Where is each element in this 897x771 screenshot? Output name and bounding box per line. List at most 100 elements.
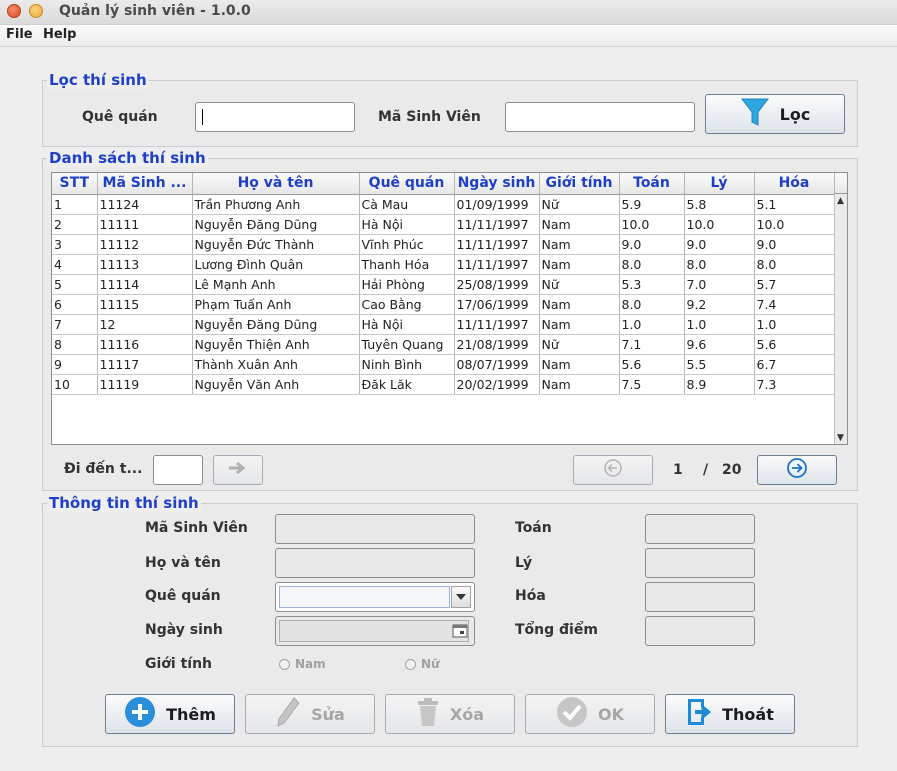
table-cell: Nguyễn Văn Anh bbox=[192, 374, 360, 395]
table-cell: 5.7 bbox=[754, 274, 835, 295]
info-hometown-label: Quê quán bbox=[145, 588, 221, 604]
exit-button[interactable]: Thoát bbox=[665, 694, 795, 734]
table-cell: 12 bbox=[97, 314, 193, 335]
table-cell: 8 bbox=[52, 334, 98, 355]
column-header[interactable]: Quê quán bbox=[359, 173, 455, 195]
filter-panel-title: Lọc thí sinh bbox=[47, 71, 149, 89]
scroll-down-icon[interactable]: ▼ bbox=[837, 433, 844, 443]
text-caret bbox=[202, 109, 203, 125]
column-header[interactable]: Lý bbox=[684, 173, 755, 195]
filter-hometown-input[interactable] bbox=[195, 102, 355, 132]
gender-female-radio[interactable]: Nữ bbox=[405, 657, 440, 671]
info-total-input[interactable] bbox=[645, 616, 755, 646]
table-cell: 08/07/1999 bbox=[454, 354, 540, 375]
checkmark-circle-icon bbox=[556, 696, 588, 732]
scroll-up-icon[interactable]: ▲ bbox=[837, 196, 844, 206]
info-student-id-label: Mã Sinh Viên bbox=[145, 520, 248, 536]
goto-page-label: Đi đến t... bbox=[64, 461, 143, 477]
table-cell: 9.0 bbox=[619, 234, 685, 255]
delete-button[interactable]: Xóa bbox=[385, 694, 515, 734]
edit-button[interactable]: Sửa bbox=[245, 694, 375, 734]
table-row[interactable]: 3 11112 Nguyễn Đức Thành Vĩnh Phúc 11/11/199… bbox=[52, 234, 835, 255]
table-row[interactable]: 4 11113 Lương Đình Quân Thanh Hóa 11/11/1997… bbox=[52, 254, 835, 275]
goto-page-button[interactable] bbox=[213, 455, 263, 485]
table-vertical-scrollbar[interactable]: ▲ ▼ bbox=[834, 194, 847, 444]
table-row[interactable]: 7 12 Nguyễn Đăng Dũng Hà Nội 11/11/1997 Nam 1.… bbox=[52, 314, 835, 335]
table-cell: 9.0 bbox=[684, 234, 755, 255]
table-row[interactable]: 9 11117 Thành Xuân Anh Ninh Bình 08/07/1999 N… bbox=[52, 354, 835, 375]
table-cell: 11/11/1997 bbox=[454, 314, 540, 335]
column-header[interactable]: Giới tính bbox=[539, 173, 620, 195]
table-cell: Đăk Lăk bbox=[359, 374, 455, 395]
gender-male-radio[interactable]: Nam bbox=[279, 657, 326, 671]
info-math-input[interactable] bbox=[645, 514, 755, 544]
info-gender-label: Giới tính bbox=[145, 656, 213, 672]
table-cell: 25/08/1999 bbox=[454, 274, 540, 295]
table-cell: 7.0 bbox=[684, 274, 755, 295]
column-header[interactable]: Họ và tên bbox=[192, 173, 360, 195]
info-chemistry-input[interactable] bbox=[645, 582, 755, 612]
column-header[interactable]: STT bbox=[52, 173, 98, 195]
goto-page-input[interactable] bbox=[153, 455, 203, 485]
add-button[interactable]: Thêm bbox=[105, 694, 235, 734]
next-page-button[interactable] bbox=[757, 455, 837, 485]
table-cell: 2 bbox=[52, 214, 98, 235]
table-row[interactable]: 1 11124 Trần Phương Anh Cà Mau 01/09/1999 Nữ 5… bbox=[52, 194, 835, 215]
ok-button-label: OK bbox=[598, 704, 624, 724]
table-cell: 5 bbox=[52, 274, 98, 295]
column-header[interactable]: Toán bbox=[619, 173, 685, 195]
table-cell: 5.9 bbox=[619, 194, 685, 215]
info-student-id-input[interactable] bbox=[275, 514, 475, 544]
info-physics-input[interactable] bbox=[645, 548, 755, 578]
table-cell: 11116 bbox=[97, 334, 193, 355]
menu-bar: File Help bbox=[0, 25, 897, 47]
table-row[interactable]: 6 11115 Phạm Tuấn Anh Cao Bằng 17/06/1999 Nam… bbox=[52, 294, 835, 315]
table-cell: 21/08/1999 bbox=[454, 334, 540, 355]
table-cell: 5.3 bbox=[619, 274, 685, 295]
table-cell: 11114 bbox=[97, 274, 193, 295]
student-table[interactable]: STT Mã Sinh ... Họ và tên Quê quán Ngày sinh… bbox=[51, 172, 848, 445]
table-row[interactable]: 8 11116 Nguyễn Thiện Anh Tuyên Quang 21/08/1… bbox=[52, 334, 835, 355]
table-cell: 6.7 bbox=[754, 354, 835, 375]
current-page: 1 bbox=[673, 462, 683, 478]
column-header[interactable]: Hóa bbox=[754, 173, 835, 195]
close-window-button[interactable] bbox=[7, 4, 21, 18]
info-dob-picker[interactable] bbox=[275, 616, 475, 646]
column-header[interactable]: Mã Sinh ... bbox=[97, 173, 193, 195]
gender-male-label: Nam bbox=[295, 657, 326, 671]
table-row[interactable]: 2 11111 Nguyễn Đăng Dũng Hà Nội 11/11/1997 Na… bbox=[52, 214, 835, 235]
table-cell: Tuyên Quang bbox=[359, 334, 455, 355]
table-cell: Lê Mạnh Anh bbox=[192, 274, 360, 295]
menu-help[interactable]: Help bbox=[43, 27, 76, 42]
table-cell: Nguyễn Đăng Dũng bbox=[192, 314, 360, 335]
previous-page-button[interactable] bbox=[573, 455, 653, 485]
table-cell: Nam bbox=[539, 254, 620, 275]
table-cell: 7.3 bbox=[754, 374, 835, 395]
minimize-window-button[interactable] bbox=[29, 4, 43, 18]
student-info-title: Thông tin thí sinh bbox=[47, 494, 201, 512]
exit-icon bbox=[686, 697, 712, 731]
table-cell: 8.0 bbox=[619, 254, 685, 275]
table-cell: 01/09/1999 bbox=[454, 194, 540, 215]
table-cell: 11/11/1997 bbox=[454, 234, 540, 255]
table-cell: 10.0 bbox=[619, 214, 685, 235]
info-name-input[interactable] bbox=[275, 548, 475, 578]
table-cell: 11117 bbox=[97, 354, 193, 375]
menu-file[interactable]: File bbox=[6, 27, 33, 42]
table-cell: Trần Phương Anh bbox=[192, 194, 360, 215]
table-row[interactable]: 10 11119 Nguyễn Văn Anh Đăk Lăk 20/02/1999 Na… bbox=[52, 374, 835, 395]
table-row[interactable]: 5 11114 Lê Mạnh Anh Hải Phòng 25/08/1999 Nữ 5.… bbox=[52, 274, 835, 295]
info-name-label: Họ và tên bbox=[145, 555, 221, 571]
table-cell: 9.2 bbox=[684, 294, 755, 315]
info-hometown-select[interactable] bbox=[275, 582, 475, 612]
calendar-icon[interactable] bbox=[452, 624, 468, 642]
table-header-row: STT Mã Sinh ... Họ và tên Quê quán Ngày sinh… bbox=[52, 173, 835, 195]
column-header[interactable]: Ngày sinh bbox=[454, 173, 540, 195]
table-cell: 5.6 bbox=[619, 354, 685, 375]
ok-button[interactable]: OK bbox=[525, 694, 655, 734]
filter-student-id-input[interactable] bbox=[505, 102, 695, 132]
filter-button[interactable]: Lọc bbox=[705, 94, 845, 134]
table-cell: Hải Phòng bbox=[359, 274, 455, 295]
chevron-down-icon[interactable] bbox=[451, 586, 471, 608]
table-cell: Hà Nội bbox=[359, 314, 455, 335]
